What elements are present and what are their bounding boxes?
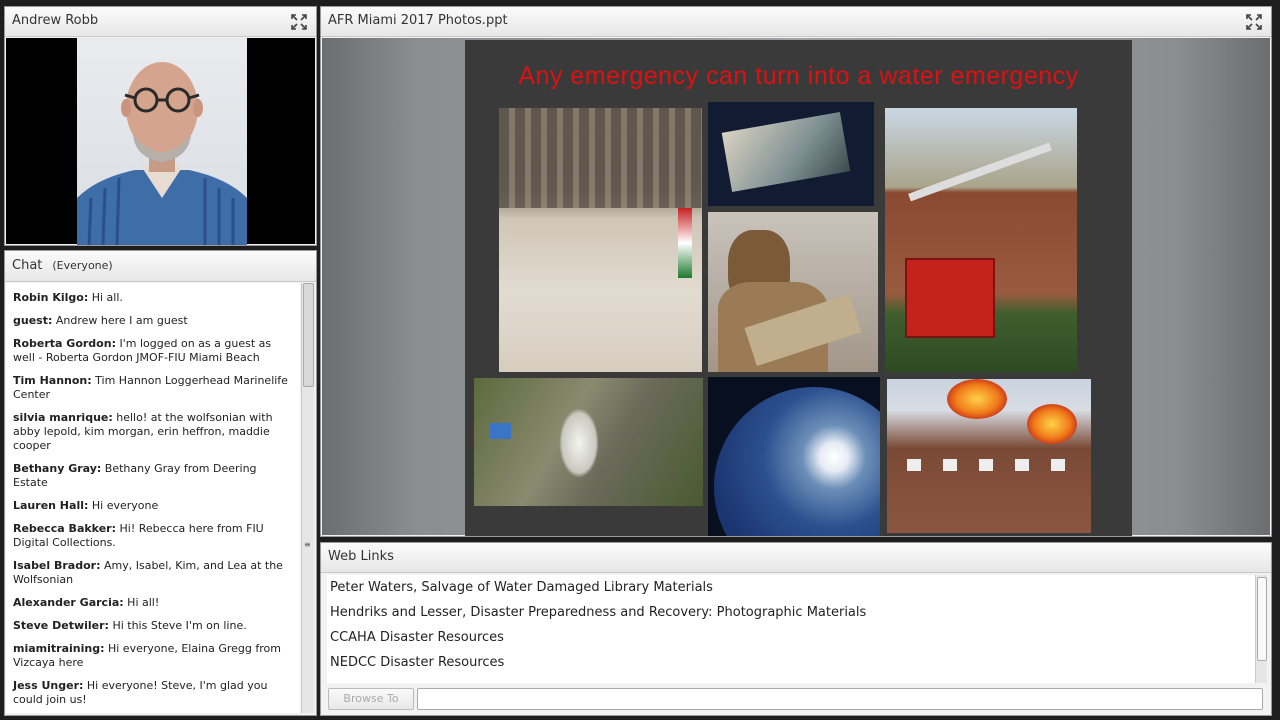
chat-message: Steve Detwiler: Hi this Steve I'm on lin… — [13, 619, 294, 633]
chat-message: Roberta Gordon: I'm logged on as a guest… — [13, 337, 294, 365]
chat-title: Chat — [12, 258, 43, 273]
chat-message: silvia manrique: hello! at the wolfsonia… — [13, 411, 294, 453]
building-fire-photo — [887, 379, 1091, 533]
chat-message: Jess Unger: Hi everyone! Steve, I'm glad… — [13, 679, 294, 707]
chat-sender: silvia manrique: — [13, 411, 113, 424]
web-links-title: Web Links — [328, 549, 394, 564]
chat-sender: Tim Hannon: — [13, 374, 92, 387]
chat-sender: miamitraining: — [13, 642, 105, 655]
web-link-item[interactable]: Hendriks and Lesser, Disaster Preparedne… — [329, 604, 1255, 629]
camera-pod-title: Andrew Robb — [12, 13, 99, 28]
chat-scrollbar[interactable] — [301, 283, 314, 713]
chat-sender: guest: — [13, 314, 53, 327]
fullscreen-icon[interactable] — [290, 13, 308, 31]
slide-title: Any emergency can turn into a water emer… — [518, 62, 1079, 90]
chat-message: Robin Kilgo: Hi all. — [13, 291, 294, 305]
chat-message: Rebecca Bakker: Hi! Rebecca here from FI… — [13, 522, 294, 550]
chat-text: Hi all. — [91, 291, 123, 304]
webcam-video — [6, 38, 315, 245]
web-links-pod: Web Links Peter Waters, Salvage of Water… — [320, 542, 1272, 716]
chat-sender: Roberta Gordon: — [13, 337, 116, 350]
chat-sender: Rebecca Bakker: — [13, 522, 116, 535]
presenter-video-frame — [77, 38, 247, 245]
chat-message: Isabel Brador: Amy, Isabel, Kim, and Lea… — [13, 559, 294, 587]
share-pod-title: AFR Miami 2017 Photos.ppt — [328, 13, 508, 28]
chat-message-list: Robin Kilgo: Hi all. guest: Andrew here I… — [6, 283, 300, 713]
camera-pod: Andrew Robb — [4, 6, 317, 246]
share-pod: AFR Miami 2017 Photos.ppt Any emergency … — [320, 6, 1272, 537]
chat-pod: Chat (Everyone) Robin Kilgo: Hi all. guest… — [4, 250, 317, 716]
chat-text: Andrew here I am guest — [55, 314, 188, 327]
web-links-header: Web Links — [321, 543, 1271, 573]
chat-sender: Robin Kilgo: — [13, 291, 89, 304]
flooded-street-photo — [499, 108, 702, 372]
chat-message: Alexander Garcia: Hi all! — [13, 596, 294, 610]
chat-message: Tim Hannon: Tim Hannon Loggerhead Marine… — [13, 374, 294, 402]
chat-audience[interactable]: (Everyone) — [52, 259, 112, 272]
chat-sender: Steve Detwiler: — [13, 619, 109, 632]
share-stage: Any emergency can turn into a water emer… — [322, 38, 1270, 536]
chat-sender: Jess Unger: — [13, 679, 84, 692]
chat-text: Hi this Steve I'm on line. — [112, 619, 247, 632]
chat-sender: Bethany Gray: — [13, 462, 102, 475]
web-link-item[interactable]: NEDCC Disaster Resources — [329, 654, 1255, 679]
chat-message: Bethany Gray: Bethany Gray from Deering … — [13, 462, 294, 490]
chat-sender: Isabel Brador: — [13, 559, 101, 572]
wet-book-rescue-photo — [708, 212, 878, 372]
chat-text: Hi all! — [127, 596, 160, 609]
chat-text: Hi everyone — [91, 499, 159, 512]
web-links-list: Peter Waters, Salvage of Water Damaged L… — [327, 575, 1255, 683]
firetruck-building-photo — [885, 108, 1077, 372]
hurricane-satellite-photo — [708, 377, 880, 536]
web-link-item[interactable]: CCAHA Disaster Resources — [329, 629, 1255, 654]
camera-pod-header: Andrew Robb — [5, 7, 316, 37]
browse-to-button[interactable]: Browse To — [328, 688, 414, 710]
chat-message: miamitraining: Hi everyone, Elaina Gregg… — [13, 642, 294, 670]
water-main-break-photo — [474, 378, 703, 506]
web-links-scrollbar[interactable] — [1255, 575, 1267, 683]
damaged-books-photo — [708, 102, 874, 206]
chat-scrollbar-thumb[interactable] — [303, 283, 314, 387]
chat-sender: Alexander Garcia: — [13, 596, 124, 609]
chat-message: guest: Andrew here I am guest — [13, 314, 294, 328]
share-pod-header: AFR Miami 2017 Photos.ppt — [321, 7, 1271, 37]
chat-message: Lauren Hall: Hi everyone — [13, 499, 294, 513]
web-links-scrollbar-thumb[interactable] — [1257, 577, 1267, 661]
web-link-item[interactable]: Peter Waters, Salvage of Water Damaged L… — [329, 579, 1255, 604]
chat-sender: Lauren Hall: — [13, 499, 89, 512]
url-input[interactable] — [417, 688, 1263, 710]
fullscreen-icon[interactable] — [1245, 13, 1263, 31]
presentation-slide: Any emergency can turn into a water emer… — [465, 40, 1132, 536]
chat-pod-title: Chat (Everyone) — [12, 258, 113, 273]
presenter-silhouette — [77, 62, 247, 245]
chat-pod-header: Chat (Everyone) — [5, 251, 316, 282]
